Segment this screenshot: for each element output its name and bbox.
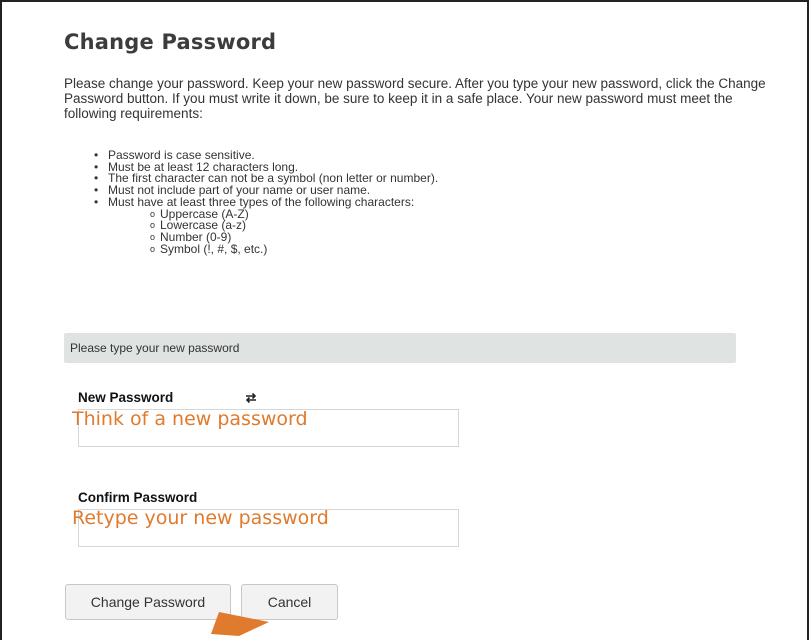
requirement-item-label: Must have at least three types of the fo… — [108, 194, 415, 209]
pointer-arrow-icon — [211, 612, 269, 636]
form-banner: Please type your new password — [64, 333, 736, 363]
intro-text: Please change your password. Keep your n… — [64, 76, 766, 121]
swap-icon[interactable] — [244, 392, 258, 404]
requirements-list: Password is case sensitive. Must be at l… — [92, 149, 438, 256]
requirement-item: Must have at least three types of the fo… — [92, 194, 438, 256]
confirm-password-label: Confirm Password — [78, 490, 198, 505]
new-password-label: New Password — [78, 390, 174, 405]
confirm-password-annotation: Retype your new password — [72, 507, 329, 529]
new-password-annotation: Think of a new password — [72, 408, 308, 430]
page-title: Change Password — [64, 30, 277, 54]
char-types-list: Uppercase (A-Z) Lowercase (a-z) Number (… — [108, 208, 438, 256]
char-type-item: Symbol (!, #, $, etc.) — [150, 243, 438, 256]
page-header: Change Password — [64, 30, 774, 54]
